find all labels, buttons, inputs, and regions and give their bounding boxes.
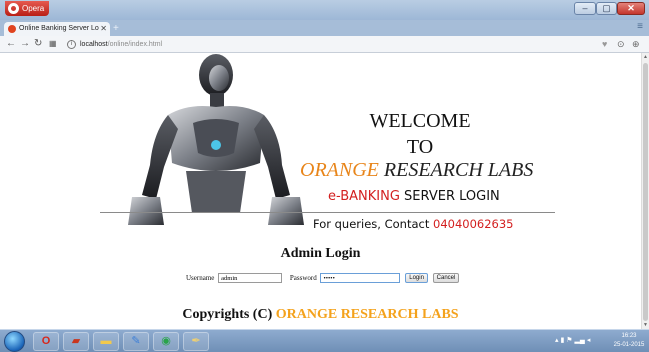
tab-title: Online Banking Server Lo <box>19 25 99 32</box>
login-button[interactable]: Login <box>405 273 428 283</box>
opera-logo-icon <box>8 3 19 14</box>
favicon-icon <box>8 25 16 33</box>
opera-menu-button[interactable]: Opera <box>5 1 49 16</box>
tray-network-icon[interactable]: ▮ <box>560 337 564 344</box>
tray-volume-icon[interactable]: ◂ <box>587 337 591 344</box>
taskbar: O ▰ ▬ ✎ ◉ ✒ ▴ ▮ ⚑ ▂▄ ◂ 16:23 25-01-2015 <box>0 329 649 352</box>
ebanking-title: e-BANKING SERVER LOGIN <box>328 189 500 205</box>
taskbar-folder-icon[interactable]: ▬ <box>93 332 119 351</box>
download-icon[interactable]: ⊙ <box>617 38 625 50</box>
username-input[interactable] <box>218 273 283 283</box>
tab-menu-icon[interactable]: ≡ <box>637 21 643 32</box>
password-input[interactable] <box>320 273 401 283</box>
company-rest: RESEARCH LABS <box>378 159 534 181</box>
welcome-to: TO <box>406 136 434 158</box>
address-host: localhost <box>80 41 108 48</box>
taskbar-presentation-icon[interactable]: ▰ <box>63 332 89 351</box>
system-tray[interactable]: ▴ ▮ ⚑ ▂▄ ◂ <box>555 336 590 344</box>
site-info-icon[interactable]: i <box>67 40 76 49</box>
password-label: Password <box>289 274 317 282</box>
tab-online-banking[interactable]: Online Banking Server Lo ✕ <box>4 22 110 36</box>
tray-signal-icon[interactable]: ▂▄ <box>575 337 585 344</box>
start-button[interactable] <box>4 331 25 352</box>
tab-close-icon[interactable]: ✕ <box>100 22 107 36</box>
taskbar-pen-icon[interactable]: ✒ <box>183 332 209 351</box>
contact-line: For queries, Contact 04040062635 <box>313 216 513 232</box>
taskbar-clock[interactable]: 16:23 25-01-2015 <box>612 332 646 350</box>
tray-arrow-icon[interactable]: ▴ <box>555 337 559 344</box>
taskbar-opera-icon[interactable]: O <box>33 332 59 351</box>
copyright-prefix: Copyrights (C) <box>182 307 276 322</box>
username-label: Username <box>186 274 215 282</box>
contact-phone: 04040062635 <box>433 217 514 231</box>
scrollbar-thumb[interactable] <box>643 63 648 321</box>
welcome-heading: WELCOME <box>369 110 471 132</box>
minimize-button[interactable]: – <box>574 2 596 15</box>
new-tab-button[interactable]: + <box>113 23 119 34</box>
back-icon[interactable]: ← <box>6 38 16 50</box>
contact-text: For queries, Contact <box>313 217 433 231</box>
scroll-up-icon[interactable]: ▲ <box>643 54 648 60</box>
ebanking-rest: SERVER LOGIN <box>399 189 500 204</box>
tray-flag-icon[interactable]: ⚑ <box>566 337 572 344</box>
close-window-button[interactable]: ✕ <box>617 2 645 15</box>
heart-icon[interactable]: ♥ <box>602 38 607 50</box>
forward-icon[interactable]: → <box>20 38 30 50</box>
login-form: Username Password Login Cancel <box>186 273 460 284</box>
speed-dial-icon[interactable]: ▦ <box>49 38 57 50</box>
extensions-icon[interactable]: ⊕ <box>632 38 640 50</box>
address-bar[interactable]: localhost/online/index.html <box>80 39 162 50</box>
page-scrollbar[interactable]: ▲ ▼ <box>641 53 649 329</box>
reload-icon[interactable]: ↻ <box>34 38 42 50</box>
window-titlebar: Opera – ▢ ✕ <box>0 0 649 20</box>
header-divider <box>100 212 555 213</box>
navigation-bar: ← → ↻ ▦ i localhost/online/index.html ♥ … <box>0 36 649 53</box>
copyright-company: ORANGE RESEARCH LABS <box>275 307 459 322</box>
company-highlight: ORANGE <box>300 159 379 181</box>
web-page: WELCOME TO ORANGE RESEARCH LABS e-BANKIN… <box>0 53 641 329</box>
clock-time: 16:23 <box>621 333 637 339</box>
tab-strip: Online Banking Server Lo ✕ + ≡ <box>0 20 649 36</box>
company-name: ORANGE RESEARCH LABS <box>300 157 562 183</box>
taskbar-paint-icon[interactable]: ✎ <box>123 332 149 351</box>
maximize-button[interactable]: ▢ <box>596 2 617 15</box>
robot-illustration <box>128 54 304 225</box>
cancel-button[interactable]: Cancel <box>432 273 460 283</box>
taskbar-chrome-icon[interactable]: ◉ <box>153 332 179 351</box>
opera-menu-label: Opera <box>22 4 45 13</box>
ebanking-highlight: e-BANKING <box>328 189 400 204</box>
scroll-down-icon[interactable]: ▼ <box>643 322 648 328</box>
admin-login-title: Admin Login <box>280 246 361 261</box>
address-path: /online/index.html <box>107 41 163 48</box>
clock-date: 25-01-2015 <box>613 342 645 348</box>
copyright-footer: Copyrights (C) ORANGE RESEARCH LABS <box>0 306 641 324</box>
